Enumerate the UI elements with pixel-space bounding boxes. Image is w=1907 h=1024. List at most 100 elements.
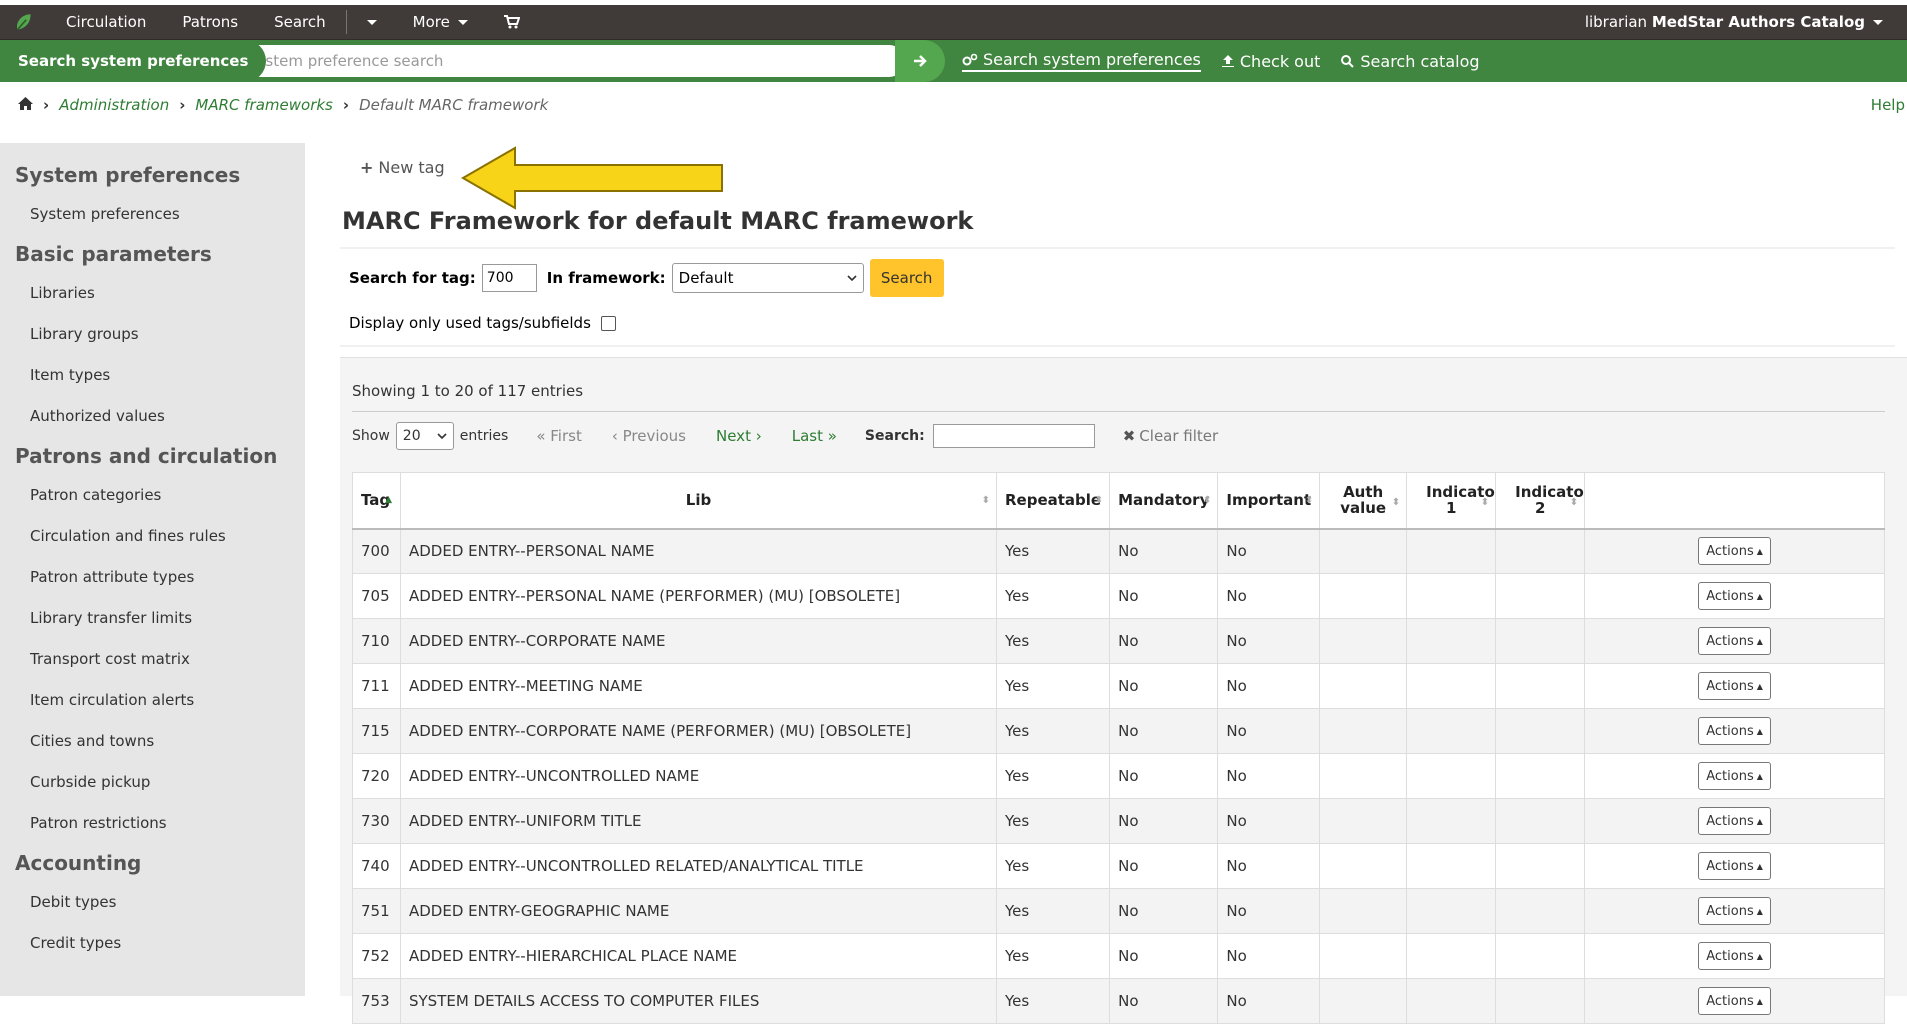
column-header-important[interactable]: Important ⬍ — [1217, 472, 1321, 530]
lib-cell: ADDED ENTRY-GEOGRAPHIC NAME — [400, 888, 997, 934]
actions-button[interactable]: Actions ▲ — [1698, 717, 1772, 745]
indicator-2-cell — [1495, 798, 1586, 844]
pager-previous[interactable]: ‹ Previous — [612, 427, 686, 445]
important-cell: No — [1217, 708, 1321, 754]
sidebar-item-library-groups[interactable]: Library groups — [0, 313, 305, 354]
nav-circulation[interactable]: Circulation — [48, 2, 164, 42]
nav-search[interactable]: Search — [256, 2, 344, 42]
table-row: 710 ADDED ENTRY--CORPORATE NAME Yes No No Act… — [352, 618, 1885, 664]
column-header-tag[interactable]: Tag ▲ — [352, 472, 401, 530]
indicator-2-cell — [1495, 933, 1586, 979]
repeatable-cell: Yes — [995, 618, 1111, 664]
search-type-label[interactable]: Search system preferences — [0, 40, 267, 82]
lib-cell: ADDED ENTRY--UNCONTROLLED RELATED/ANALYT… — [400, 843, 997, 889]
pager-last[interactable]: Last » — [792, 427, 837, 445]
sidebar-item-transport-cost-matrix[interactable]: Transport cost matrix — [0, 638, 305, 679]
tag-cell: 730 — [352, 798, 401, 844]
caret-up-icon: ▲ — [1756, 636, 1763, 646]
indicator-2-cell — [1495, 978, 1586, 1024]
sidebar-item-system-preferences[interactable]: System preferences — [0, 193, 305, 234]
sidebar-item-cities-and-towns[interactable]: Cities and towns — [0, 720, 305, 761]
search-button[interactable]: Search — [869, 259, 944, 297]
caret-up-icon: ▲ — [1756, 951, 1763, 961]
tag-search-value: 700 — [486, 270, 514, 286]
column-header-indicator-1[interactable]: Indicator 1 ⬍ — [1406, 472, 1502, 530]
column-header-label: Mandatory — [1118, 491, 1210, 510]
actions-button[interactable]: Actions ▲ — [1698, 807, 1772, 835]
display-used-checkbox[interactable] — [600, 315, 616, 331]
sidebar-item-patron-categories[interactable]: Patron categories — [0, 474, 305, 515]
column-header-auth-value[interactable]: Auth value ⬍ — [1319, 472, 1408, 530]
sidebar-item-debit-types[interactable]: Debit types — [0, 881, 305, 922]
sidebar-item-library-transfer-limits[interactable]: Library transfer limits — [0, 597, 305, 638]
sidebar-item-patron-attribute-types[interactable]: Patron attribute types — [0, 556, 305, 597]
actions-button[interactable]: Actions ▲ — [1698, 897, 1772, 925]
actions-button[interactable]: Actions ▲ — [1698, 582, 1772, 610]
lib-cell: ADDED ENTRY--MEETING NAME — [400, 663, 997, 709]
tag-search-input[interactable]: 700 — [481, 264, 537, 292]
sidebar-item-libraries[interactable]: Libraries — [0, 272, 305, 313]
indicator-2-cell — [1495, 843, 1586, 889]
column-header-repeatable[interactable]: Repeatable ⬍ — [995, 472, 1111, 530]
actions-button[interactable]: Actions ▲ — [1698, 672, 1772, 700]
new-tag-button[interactable]: + New tag — [360, 158, 445, 177]
tab-check-out[interactable]: Check out — [1221, 52, 1320, 71]
actions-button[interactable]: Actions ▲ — [1698, 987, 1772, 1015]
help-link[interactable]: Help — [1871, 96, 1905, 114]
breadcrumb-administration[interactable]: Administration — [59, 96, 169, 114]
column-header-mandatory[interactable]: Mandatory ⬍ — [1109, 472, 1219, 530]
pager-next[interactable]: Next › — [716, 427, 762, 445]
nav-search-dropdown-caret[interactable] — [349, 2, 395, 42]
sidebar-item-curbside-pickup[interactable]: Curbside pickup — [0, 761, 305, 802]
syspref-search-input[interactable]: System preference search — [225, 45, 905, 77]
repeatable-cell: Yes — [995, 888, 1111, 934]
cart-icon[interactable] — [486, 2, 538, 42]
breadcrumb-separator: › — [43, 96, 50, 114]
actions-button[interactable]: Actions ▲ — [1698, 762, 1772, 790]
indicator-2-cell — [1495, 888, 1586, 934]
sidebar-item-circulation-and-fines-rules[interactable]: Circulation and fines rules — [0, 515, 305, 556]
clear-filter-button[interactable]: ✖ Clear filter — [1123, 427, 1218, 445]
sort-icon: ⬍ — [1391, 497, 1401, 508]
actions-cell: Actions ▲ — [1584, 573, 1885, 619]
actions-button[interactable]: Actions ▲ — [1698, 627, 1772, 655]
framework-value: Default — [678, 269, 734, 287]
lib-cell: ADDED ENTRY--HIERARCHICAL PLACE NAME — [400, 933, 997, 979]
page-length-value: 20 — [402, 428, 421, 444]
pager-first[interactable]: « First — [536, 427, 582, 445]
table-search-input[interactable] — [932, 424, 1095, 448]
actions-button[interactable]: Actions ▲ — [1698, 942, 1772, 970]
tab-search-system-preferences[interactable]: Search system preferences — [962, 50, 1201, 72]
sidebar-item-authorized-values[interactable]: Authorized values — [0, 395, 305, 436]
nav-more[interactable]: More — [395, 2, 486, 42]
home-icon[interactable] — [18, 96, 33, 114]
search-placeholder: System preference search — [247, 52, 444, 70]
actions-label: Actions — [1706, 723, 1754, 739]
nav-patrons[interactable]: Patrons — [164, 2, 256, 42]
mandatory-cell: No — [1109, 798, 1219, 844]
lib-cell: ADDED ENTRY--CORPORATE NAME (PERFORMER) … — [400, 708, 997, 754]
actions-button[interactable]: Actions ▲ — [1698, 537, 1772, 566]
sidebar-item-credit-types[interactable]: Credit types — [0, 922, 305, 963]
indicator-2-cell — [1495, 663, 1586, 709]
breadcrumb-marc-frameworks[interactable]: MARC frameworks — [195, 96, 332, 114]
framework-select[interactable]: Default — [671, 263, 864, 293]
page-length-select[interactable]: 20 — [395, 422, 454, 450]
column-header-indicator-2[interactable]: Indicator 2 ⬍ — [1495, 472, 1591, 530]
nav-divider — [345, 10, 347, 34]
sidebar-item-patron-restrictions[interactable]: Patron restrictions — [0, 802, 305, 843]
sidebar-item-item-types[interactable]: Item types — [0, 354, 305, 395]
indicator-2-cell — [1495, 528, 1586, 574]
auth-value-cell — [1319, 978, 1408, 1024]
search-submit-button[interactable] — [895, 40, 945, 82]
actions-label: Actions — [1706, 948, 1754, 964]
actions-button[interactable]: Actions ▲ — [1698, 852, 1772, 880]
koha-logo-icon[interactable] — [0, 2, 48, 42]
tab-search-catalog[interactable]: Search catalog — [1340, 52, 1480, 71]
sidebar-item-item-circulation-alerts[interactable]: Item circulation alerts — [0, 679, 305, 720]
user-menu[interactable]: librarian MedStar Authors Catalog — [1585, 13, 1907, 31]
repeatable-cell: Yes — [995, 933, 1111, 979]
column-header-lib[interactable]: Lib ⬍ — [400, 472, 997, 530]
auth-value-cell — [1319, 528, 1408, 574]
mandatory-cell: No — [1109, 528, 1219, 574]
